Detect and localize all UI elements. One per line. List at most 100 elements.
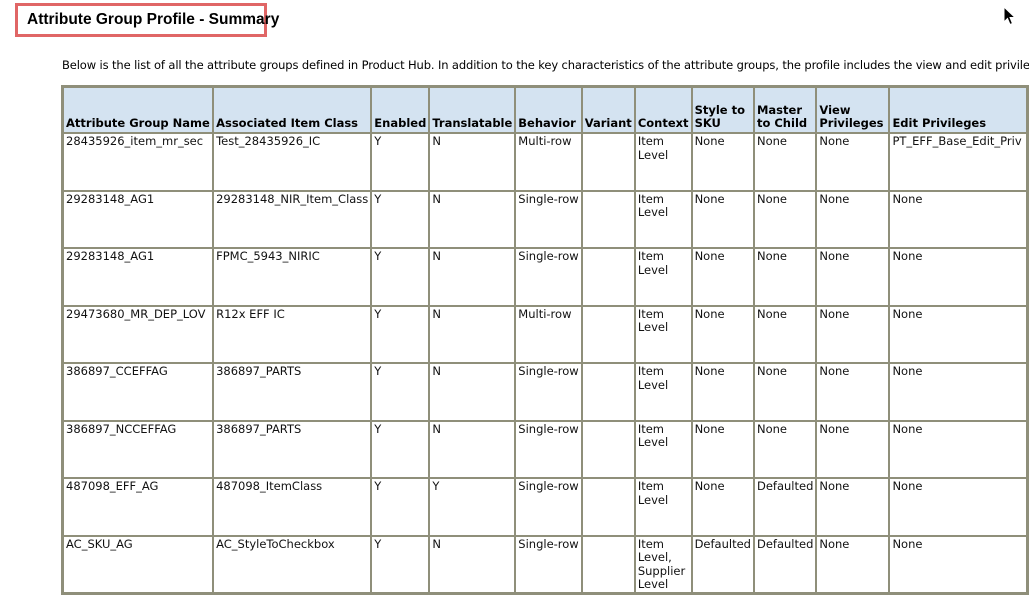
cell-behavior: Single-row <box>515 478 582 536</box>
cell-master-to-child: None <box>753 190 817 248</box>
cell-variant <box>581 420 635 478</box>
cell-translatable: N <box>429 190 516 248</box>
table-row: 28435926_item_mr_sec Test_28435926_IC Y … <box>63 133 1027 191</box>
cell-associated-item-class: 386897_PARTS <box>213 363 372 421</box>
table-row: 29283148_AG1 FPMC_5943_NIRIC Y N Single-… <box>63 248 1027 306</box>
header-variant: Variant <box>581 87 635 133</box>
cell-master-to-child: None <box>753 420 817 478</box>
cell-context: Item Level <box>634 248 692 306</box>
cell-style-to-sku: None <box>691 248 754 306</box>
cell-context: Item Level <box>634 190 692 248</box>
cell-context: Item Level, Supplier Level <box>634 535 692 593</box>
cell-enabled: Y <box>371 190 430 248</box>
cell-attribute-group-name: AC_SKU_AG <box>63 535 214 593</box>
cell-edit-privileges: None <box>889 248 1027 306</box>
cell-enabled: Y <box>371 248 430 306</box>
header-associated-item-class: Associated Item Class <box>213 87 372 133</box>
cell-associated-item-class: FPMC_5943_NIRIC <box>213 248 372 306</box>
mouse-pointer-icon <box>1003 6 1016 26</box>
cell-attribute-group-name: 487098_EFF_AG <box>63 478 214 536</box>
cell-translatable: N <box>429 305 516 363</box>
cell-master-to-child: None <box>753 248 817 306</box>
cell-associated-item-class: 29283148_NIR_Item_Class <box>213 190 372 248</box>
cell-enabled: Y <box>371 133 430 191</box>
cell-style-to-sku: None <box>691 190 754 248</box>
title-highlight-box: Attribute Group Profile - Summary <box>15 3 279 37</box>
cell-context: Item Level <box>634 420 692 478</box>
cell-edit-privileges: None <box>889 363 1027 421</box>
cell-view-privileges: None <box>816 248 890 306</box>
cell-edit-privileges: None <box>889 535 1027 593</box>
cell-attribute-group-name: 29473680_MR_DEP_LOV <box>63 305 214 363</box>
cell-variant <box>581 133 635 191</box>
cell-edit-privileges: None <box>889 420 1027 478</box>
cell-enabled: Y <box>371 305 430 363</box>
intro-text: Below is the list of all the attribute g… <box>62 58 1029 72</box>
cell-variant <box>581 305 635 363</box>
cell-behavior: Multi-row <box>515 305 582 363</box>
cell-style-to-sku: None <box>691 420 754 478</box>
cell-view-privileges: None <box>816 420 890 478</box>
cell-associated-item-class: 487098_ItemClass <box>213 478 372 536</box>
header-attribute-group-name: Attribute Group Name <box>63 87 214 133</box>
cell-variant <box>581 478 635 536</box>
header-master-to-child: Master to Child <box>753 87 817 133</box>
cell-attribute-group-name: 386897_NCCEFFAG <box>63 420 214 478</box>
cell-behavior: Single-row <box>515 363 582 421</box>
cell-translatable: N <box>429 420 516 478</box>
cell-behavior: Single-row <box>515 248 582 306</box>
cell-associated-item-class: Test_28435926_IC <box>213 133 372 191</box>
header-translatable: Translatable <box>429 87 516 133</box>
cell-attribute-group-name: 29283148_AG1 <box>63 190 214 248</box>
attribute-group-table: Attribute Group Name Associated Item Cla… <box>61 85 1029 595</box>
cell-variant <box>581 190 635 248</box>
header-behavior: Behavior <box>515 87 582 133</box>
header-context: Context <box>634 87 692 133</box>
cell-edit-privileges: None <box>889 190 1027 248</box>
cell-associated-item-class: AC_StyleToCheckbox <box>213 535 372 593</box>
cell-edit-privileges: None <box>889 305 1027 363</box>
cell-attribute-group-name: 386897_CCEFFAG <box>63 363 214 421</box>
header-style-to-sku: Style to SKU <box>691 87 754 133</box>
cell-behavior: Single-row <box>515 535 582 593</box>
table-row: 487098_EFF_AG 487098_ItemClass Y Y Singl… <box>63 478 1027 536</box>
header-edit-privileges: Edit Privileges <box>889 87 1027 133</box>
cell-attribute-group-name: 28435926_item_mr_sec <box>63 133 214 191</box>
cell-style-to-sku: None <box>691 305 754 363</box>
cell-master-to-child: Defaulted <box>753 535 817 593</box>
cell-view-privileges: None <box>816 305 890 363</box>
cell-enabled: Y <box>371 420 430 478</box>
cell-translatable: N <box>429 248 516 306</box>
cell-variant <box>581 248 635 306</box>
header-view-privileges: View Privileges <box>816 87 890 133</box>
page: Attribute Group Profile - Summary Below … <box>0 0 1029 595</box>
cell-enabled: Y <box>371 478 430 536</box>
cell-view-privileges: None <box>816 133 890 191</box>
cell-view-privileges: None <box>816 535 890 593</box>
cell-context: Item Level <box>634 363 692 421</box>
cell-style-to-sku: None <box>691 133 754 191</box>
cell-variant <box>581 535 635 593</box>
cell-context: Item Level <box>634 305 692 363</box>
cell-view-privileges: None <box>816 190 890 248</box>
table-row: AC_SKU_AG AC_StyleToCheckbox Y N Single-… <box>63 535 1027 593</box>
header-enabled: Enabled <box>371 87 430 133</box>
cell-translatable: Y <box>429 478 516 536</box>
cell-variant <box>581 363 635 421</box>
cell-behavior: Multi-row <box>515 133 582 191</box>
cell-behavior: Single-row <box>515 190 582 248</box>
table-row: 29283148_AG1 29283148_NIR_Item_Class Y N… <box>63 190 1027 248</box>
cell-enabled: Y <box>371 363 430 421</box>
cell-style-to-sku: None <box>691 478 754 536</box>
cell-style-to-sku: None <box>691 363 754 421</box>
cell-view-privileges: None <box>816 363 890 421</box>
cell-master-to-child: Defaulted <box>753 478 817 536</box>
cell-translatable: N <box>429 363 516 421</box>
cell-attribute-group-name: 29283148_AG1 <box>63 248 214 306</box>
cell-context: Item Level <box>634 478 692 536</box>
cell-view-privileges: None <box>816 478 890 536</box>
table-row: 386897_CCEFFAG 386897_PARTS Y N Single-r… <box>63 363 1027 421</box>
cell-context: Item Level <box>634 133 692 191</box>
table-row: 29473680_MR_DEP_LOV R12x EFF IC Y N Mult… <box>63 305 1027 363</box>
cell-translatable: N <box>429 133 516 191</box>
